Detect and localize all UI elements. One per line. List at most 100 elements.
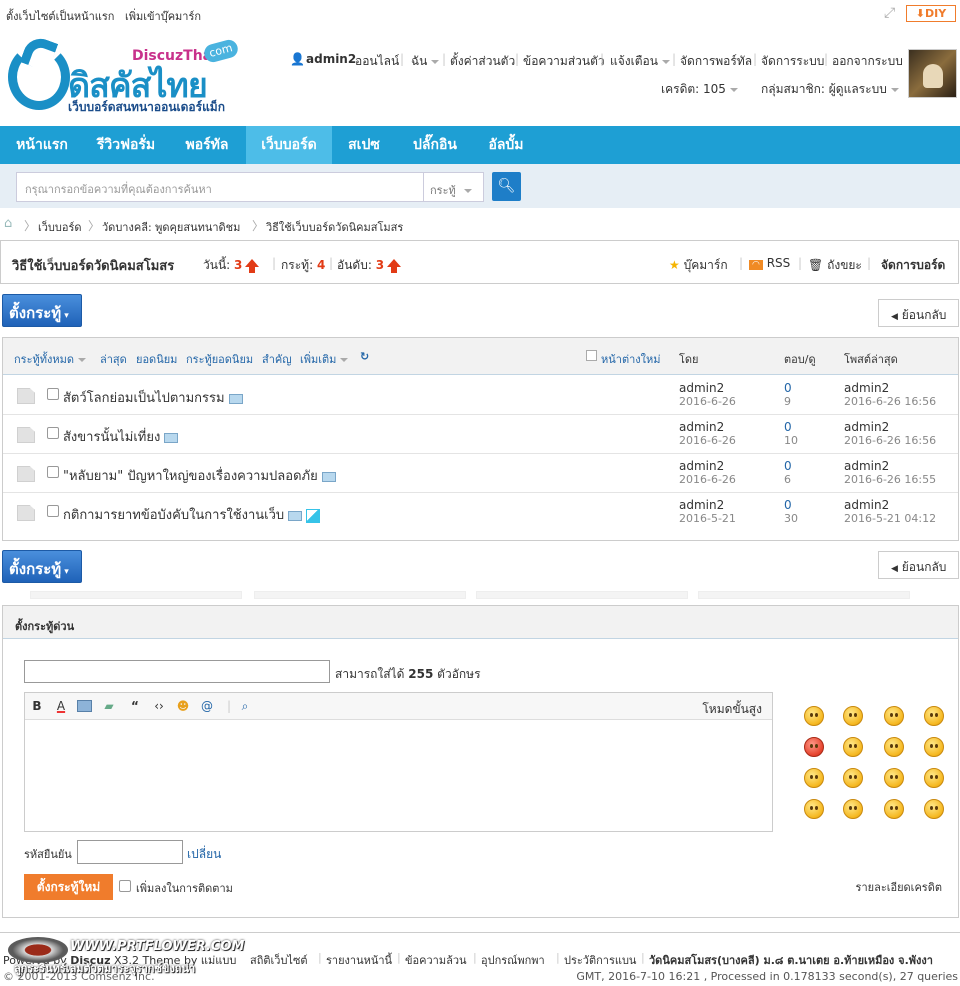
footer-link-bans[interactable]: ประวัติการแบน	[564, 951, 636, 969]
quote-icon[interactable]: “	[127, 699, 143, 714]
follow-checkbox[interactable]	[119, 880, 131, 892]
angry-smiley-icon[interactable]	[804, 737, 824, 757]
search-type-select[interactable]: กระทู้	[424, 172, 484, 202]
thread-checkbox[interactable]	[47, 388, 59, 400]
new-thread-button[interactable]: ตั้งกระทู้ ▾	[2, 294, 82, 327]
subject-input[interactable]	[24, 660, 330, 683]
thread-author[interactable]: admin2	[679, 459, 724, 473]
menu-me[interactable]: ฉัน	[411, 52, 440, 71]
attachment-image-icon[interactable]: ▰	[101, 699, 117, 714]
diy-button[interactable]: ⬇DIY	[906, 5, 956, 22]
smiley-icon[interactable]	[804, 768, 824, 788]
smiley-icon[interactable]	[924, 799, 944, 819]
last-post-user[interactable]: admin2	[844, 498, 889, 512]
smiley-icon[interactable]	[884, 799, 904, 819]
smiley-icon[interactable]	[804, 799, 824, 819]
refresh-icon[interactable]: ↻	[360, 350, 369, 363]
smiley-icon[interactable]	[924, 706, 944, 726]
smiley-icon[interactable]	[804, 706, 824, 726]
search-button[interactable]: 🔍︎	[492, 172, 521, 201]
expand-icon[interactable]: ⤢	[884, 5, 900, 21]
font-color-icon[interactable]: A	[53, 699, 69, 714]
footer-link-text[interactable]: ข้อความล้วน	[405, 951, 467, 969]
thread-title-link[interactable]: กติกามารยาทข้อบังคับในการใช้งานเว็บ	[63, 508, 284, 523]
filter-top[interactable]: กระทู้ยอดนิยม	[186, 350, 253, 368]
paperclip-icon[interactable]: ⌕	[237, 699, 253, 714]
smiley-icon[interactable]	[924, 768, 944, 788]
smiley-icon[interactable]	[843, 706, 863, 726]
back-button[interactable]: ◀ ย้อนกลับ	[878, 299, 959, 327]
menu-settings[interactable]: ตั้งค่าส่วนตัว	[450, 52, 515, 71]
credit-detail-link[interactable]: รายละเอียดเครดิต	[856, 878, 942, 896]
filter-more[interactable]: เพิ่มเติม	[300, 350, 349, 368]
at-icon[interactable]: @	[199, 699, 215, 714]
footer-link-stats[interactable]: สถิติเว็บไซต์	[250, 951, 308, 969]
site-logo[interactable]: DiscuzThai com ดิสคัสไทย เว็บบอร์ดสนทนาอ…	[6, 33, 246, 118]
smiley-icon[interactable]	[884, 706, 904, 726]
username-link[interactable]: admin2	[306, 52, 356, 66]
code-icon[interactable]: ‹›	[151, 699, 167, 714]
set-homepage-link[interactable]: ตั้งเว็บไซต์เป็นหน้าแรก	[6, 7, 114, 25]
thread-title-link[interactable]: สังขารนั้นไม่เที่ยง	[63, 430, 160, 445]
home-icon[interactable]: ⌂	[4, 216, 12, 231]
new-thread-button-bottom[interactable]: ตั้งกระทู้ ▾	[2, 550, 82, 583]
thread-icon[interactable]	[17, 427, 35, 443]
last-post-time[interactable]: 2016-5-21 04:12	[844, 512, 936, 525]
nav-review[interactable]: รีวิวฟอรั่ม	[84, 126, 168, 164]
footer-link-report[interactable]: รายงานหน้านี้	[326, 951, 392, 969]
submit-thread-button[interactable]: ตั้งกระทู้ใหม่	[24, 874, 113, 900]
thread-title-link[interactable]: สัตว์โลกย่อมเป็นไปตามกรรม	[63, 391, 225, 406]
back-button-bottom[interactable]: ◀ ย้อนกลับ	[878, 551, 959, 579]
bookmark-forum-link[interactable]: ★ บุ๊คมาร์ก	[669, 256, 728, 275]
smiley-icon[interactable]	[884, 768, 904, 788]
bold-icon[interactable]: B	[29, 699, 45, 714]
menu-system-admin[interactable]: จัดการระบบ	[761, 52, 824, 71]
nav-space[interactable]: สเปซ	[332, 126, 396, 164]
thread-author[interactable]: admin2	[679, 420, 724, 434]
menu-notifications[interactable]: แจ้งเตือน	[610, 52, 670, 71]
nav-forum[interactable]: เว็บบอร์ด	[246, 126, 332, 164]
thread-replies[interactable]: 0	[784, 420, 792, 434]
thread-replies[interactable]: 0	[784, 459, 792, 473]
nav-home[interactable]: หน้าแรก	[0, 126, 84, 164]
thread-checkbox[interactable]	[47, 466, 59, 478]
thread-author[interactable]: admin2	[679, 498, 724, 512]
menu-portal-admin[interactable]: จัดการพอร์ทัล	[680, 52, 752, 71]
last-post-time[interactable]: 2016-6-26 16:56	[844, 434, 936, 447]
thread-checkbox[interactable]	[47, 427, 59, 439]
last-post-time[interactable]: 2016-6-26 16:55	[844, 473, 936, 486]
thread-checkbox[interactable]	[47, 505, 59, 517]
thread-replies[interactable]: 0	[784, 498, 792, 512]
smiley-icon[interactable]: ☻	[175, 699, 191, 714]
smiley-icon[interactable]	[843, 799, 863, 819]
nav-plugin[interactable]: ปลั๊กอิน	[396, 126, 474, 164]
smiley-icon[interactable]	[843, 737, 863, 757]
trash-link[interactable]: 🗑︎ ถังขยะ	[808, 256, 862, 275]
nav-portal[interactable]: พอร์ทัล	[168, 126, 246, 164]
new-window-checkbox[interactable]	[586, 350, 597, 361]
thread-author[interactable]: admin2	[679, 381, 724, 395]
last-post-user[interactable]: admin2	[844, 381, 889, 395]
last-post-user[interactable]: admin2	[844, 459, 889, 473]
filter-latest[interactable]: ล่าสุด	[100, 350, 127, 368]
avatar[interactable]	[908, 49, 957, 98]
captcha-input[interactable]	[77, 840, 183, 864]
thread-icon[interactable]	[17, 466, 35, 482]
usergroup-menu[interactable]: กลุ่มสมาชิก: ผู้ดูแลระบบ	[761, 80, 899, 99]
manage-forum-link[interactable]: จัดการบอร์ด	[881, 256, 945, 275]
footer-link-mobile[interactable]: อุปกรณ์พกพา	[481, 951, 545, 969]
thread-icon[interactable]	[17, 388, 35, 404]
filter-digest[interactable]: สำคัญ	[262, 350, 292, 368]
thread-title-link[interactable]: "หลับยาม" ปัญหาใหญ่ของเรื่องความปลอดภัย	[63, 469, 318, 484]
filter-hot[interactable]: ยอดนิยม	[136, 350, 177, 368]
captcha-change-link[interactable]: เปลี่ยน	[187, 845, 221, 864]
breadcrumb-current[interactable]: วิธีใช้เว็บบอร์ดวัดนิคมสโมสร	[266, 218, 403, 236]
last-post-user[interactable]: admin2	[844, 420, 889, 434]
menu-messages[interactable]: ข้อความส่วนตัว	[523, 52, 605, 71]
nav-album[interactable]: อัลบั้ม	[474, 126, 538, 164]
breadcrumb-forum[interactable]: เว็บบอร์ด	[38, 218, 82, 236]
credit-menu[interactable]: เครดิต: 105	[661, 80, 738, 99]
logout-link[interactable]: ออกจากระบบ	[832, 52, 903, 71]
smiley-icon[interactable]	[924, 737, 944, 757]
smiley-icon[interactable]	[843, 768, 863, 788]
